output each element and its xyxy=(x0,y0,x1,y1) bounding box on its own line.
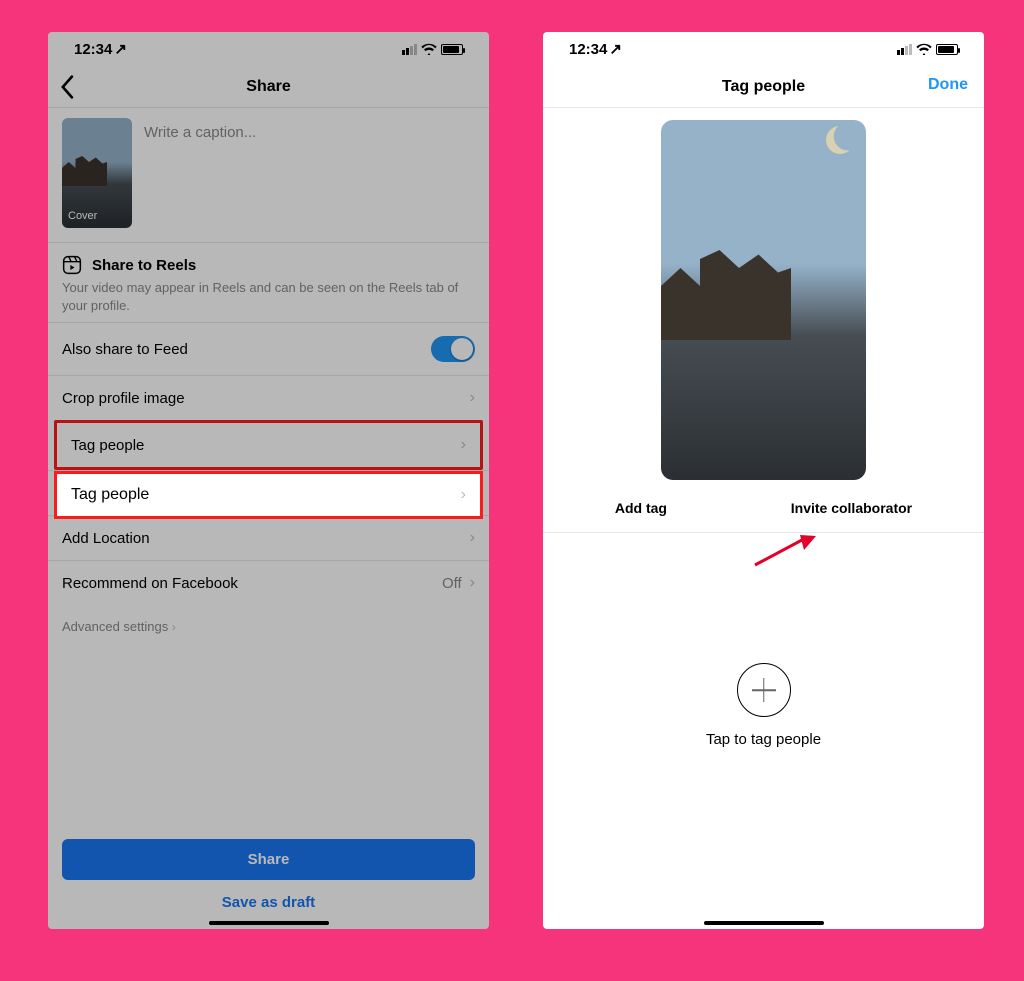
page-title: Tag people xyxy=(722,78,805,96)
feed-label: Also share to Feed xyxy=(62,341,188,358)
caption-row: Cover Write a caption... xyxy=(48,108,489,242)
invite-collaborator-button[interactable]: Invite collaborator xyxy=(791,500,912,516)
crop-row[interactable]: Crop profile image › xyxy=(48,375,489,420)
cover-label: Cover xyxy=(68,210,97,222)
preview-area[interactable] xyxy=(543,108,984,480)
status-time: 12:34 xyxy=(74,41,112,58)
home-indicator xyxy=(704,921,824,925)
chevron-right-icon: › xyxy=(470,529,475,547)
chevron-right-icon: › xyxy=(470,574,475,592)
header: Tag people Done xyxy=(543,66,984,108)
header: Share xyxy=(48,66,489,108)
moon-icon xyxy=(822,122,858,158)
reels-description: Your video may appear in Reels and can b… xyxy=(62,279,475,322)
plus-icon[interactable] xyxy=(737,663,791,717)
dim-cutout: Tag people › xyxy=(54,471,483,519)
feed-toggle[interactable] xyxy=(431,336,475,362)
reels-section: Share to Reels Your video may appear in … xyxy=(48,242,489,322)
save-draft-button[interactable]: Save as draft xyxy=(62,880,475,915)
battery-icon xyxy=(936,44,958,55)
advanced-settings-row[interactable]: Advanced settings › xyxy=(48,605,489,648)
reels-icon xyxy=(62,255,82,275)
chevron-right-icon: › xyxy=(461,436,466,454)
reels-title: Share to Reels xyxy=(92,257,196,274)
tap-to-tag-label: Tap to tag people xyxy=(543,717,984,748)
done-button[interactable]: Done xyxy=(928,76,968,94)
signal-icon xyxy=(897,44,912,55)
home-indicator xyxy=(209,921,329,925)
wifi-icon xyxy=(916,43,932,55)
add-location-row[interactable]: Add Location › xyxy=(48,515,489,560)
tag-options: Add tag Invite collaborator xyxy=(543,480,984,533)
bottom-actions: Share Save as draft xyxy=(48,839,489,915)
tag-people-row[interactable]: Tag people › xyxy=(57,423,480,467)
chevron-right-icon: › xyxy=(470,389,475,407)
tag-people-screen: 12:34 ↗ Tag people Done Add tag Invite c… xyxy=(543,32,984,929)
fb-value: Off xyxy=(442,575,462,592)
battery-icon xyxy=(441,44,463,55)
wifi-icon xyxy=(421,43,437,55)
add-tag-button[interactable]: Add tag xyxy=(615,500,667,516)
recommend-facebook-row[interactable]: Recommend on Facebook Off› xyxy=(48,560,489,605)
page-title: Share xyxy=(246,78,290,96)
tag-people-highlight: Tag people › xyxy=(54,420,483,470)
annotation-arrow-icon xyxy=(750,532,820,572)
share-to-feed-row: Also share to Feed xyxy=(48,322,489,375)
caption-input[interactable]: Write a caption... xyxy=(144,118,475,228)
media-preview[interactable] xyxy=(661,120,866,480)
status-bar: 12:34 ↗ xyxy=(543,32,984,66)
cover-thumbnail[interactable]: Cover xyxy=(62,118,132,228)
status-bar: 12:34 ↗ xyxy=(48,32,489,66)
status-time: 12:34 xyxy=(569,41,607,58)
back-icon[interactable] xyxy=(58,74,78,100)
share-button[interactable]: Share xyxy=(62,839,475,880)
share-screen: 12:34 ↗ Share Cover Write a caption... S… xyxy=(48,32,489,929)
signal-icon xyxy=(402,44,417,55)
